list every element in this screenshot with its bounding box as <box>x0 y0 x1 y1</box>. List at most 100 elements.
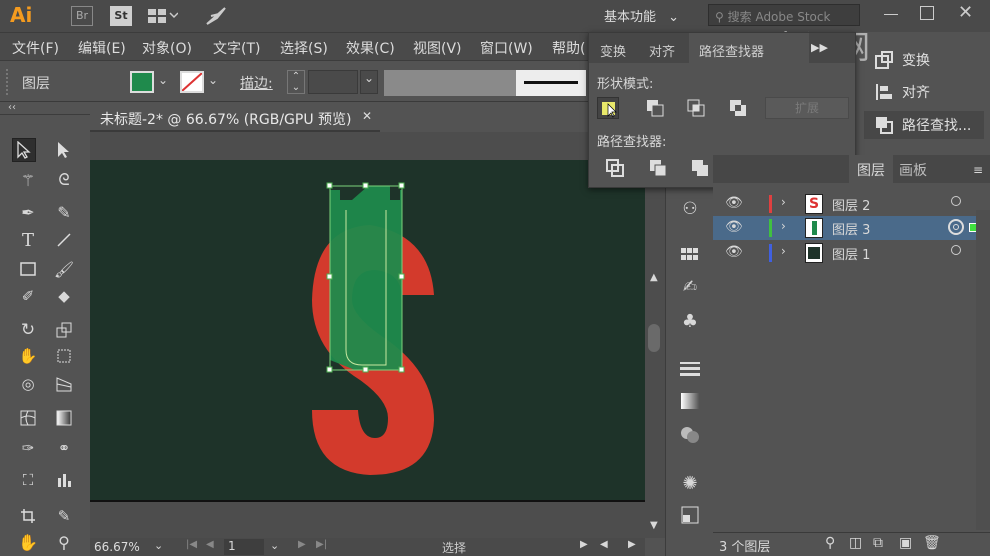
hand-tool-icon[interactable]: ✋ <box>16 530 40 554</box>
gpu-performance-icon[interactable] <box>205 6 227 26</box>
blend-tool-icon[interactable]: ⚭ <box>52 436 76 460</box>
expand-chevron-icon[interactable]: › <box>781 244 786 258</box>
merge-button[interactable] <box>689 157 711 179</box>
bridge-button[interactable]: Br <box>71 6 93 26</box>
tab-align[interactable]: 对齐 <box>649 41 675 60</box>
stroke-panel-icon[interactable] <box>678 357 702 381</box>
brushes-icon[interactable]: ✍ <box>678 275 702 299</box>
eraser-tool-icon[interactable]: ◆ <box>52 284 76 308</box>
first-artboard-icon[interactable]: |◀ <box>186 539 197 550</box>
divide-button[interactable] <box>604 157 626 179</box>
menu-object[interactable]: 对象(O) <box>142 38 192 58</box>
free-transform-tool-icon[interactable] <box>52 344 76 368</box>
menu-help[interactable]: 帮助( <box>552 38 585 58</box>
line-tool-icon[interactable] <box>52 228 76 252</box>
exclude-button[interactable] <box>727 97 749 119</box>
next-artboard-icon[interactable]: ▶ <box>298 539 306 550</box>
visibility-eye-icon[interactable]: 👁 <box>725 219 743 235</box>
stroke-weight-stepper[interactable]: ⌃ ⌄ <box>287 70 305 94</box>
grip-handle[interactable] <box>6 69 10 95</box>
perspective-grid-tool-icon[interactable] <box>52 372 76 396</box>
tab-transform[interactable]: 变换 <box>600 41 626 60</box>
create-sublayer-icon[interactable]: ⧉ <box>873 535 883 551</box>
chevron-down-icon[interactable]: ⌄ <box>158 73 168 87</box>
layer-row[interactable]: 👁 › S 图层 2 <box>713 192 990 216</box>
expand-button[interactable]: 扩展 <box>765 97 849 119</box>
direct-selection-tool-icon[interactable] <box>52 138 76 162</box>
target-circle-icon[interactable] <box>951 196 961 206</box>
menu-edit[interactable]: 编辑(E) <box>78 38 126 58</box>
shaper-tool-icon[interactable]: ✐ <box>16 284 40 308</box>
chevron-down-icon[interactable]: ⌄ <box>360 70 378 94</box>
scroll-thumb[interactable] <box>648 324 660 352</box>
swatches-icon[interactable] <box>678 243 702 267</box>
menu-view[interactable]: 视图(V) <box>413 38 462 58</box>
unite-button[interactable] <box>597 97 619 119</box>
tab-layers[interactable]: 图层 <box>849 155 893 183</box>
artboard-number[interactable]: 1 <box>224 539 264 555</box>
layer-row-selected[interactable]: 👁 › 图层 3 <box>713 216 990 240</box>
rectangle-tool-icon[interactable] <box>16 257 40 281</box>
last-artboard-icon[interactable]: ▶| <box>316 539 327 550</box>
scroll-down-icon[interactable]: ▼ <box>650 520 658 531</box>
arrange-documents-icon[interactable] <box>148 9 179 23</box>
zoom-tool-icon[interactable]: ⚲ <box>52 530 76 554</box>
fill-color-swatch[interactable] <box>130 71 154 93</box>
tab-artboards[interactable]: 画板 <box>899 160 927 180</box>
menu-window[interactable]: 窗口(W) <box>480 38 533 58</box>
puppet-warp-tool-icon[interactable]: ✋ <box>16 344 40 368</box>
gradient-tool-icon[interactable] <box>52 406 76 430</box>
symbol-sprayer-tool-icon[interactable]: ⛶ <box>16 468 40 492</box>
create-new-layer-icon[interactable]: ▣ <box>899 535 912 551</box>
zoom-level[interactable]: 66.67% <box>94 540 140 554</box>
transform-panel-button[interactable]: 变换 <box>864 46 984 74</box>
panel-menu-icon[interactable]: ≡ <box>973 163 983 177</box>
magic-wand-tool-icon[interactable]: ⚚ <box>16 168 40 192</box>
transparency-icon[interactable] <box>678 423 702 447</box>
minus-front-button[interactable] <box>644 97 666 119</box>
visibility-eye-icon[interactable]: 👁 <box>725 244 743 260</box>
scale-tool-icon[interactable] <box>52 318 76 342</box>
menu-select[interactable]: 选择(S) <box>280 38 328 58</box>
menu-type[interactable]: 文字(T) <box>213 38 260 58</box>
pen-tool-icon[interactable]: ✒ <box>16 200 40 224</box>
graphic-styles-icon[interactable] <box>678 503 702 527</box>
menu-effect[interactable]: 效果(C) <box>346 38 395 58</box>
prev-artboard-icon[interactable]: ◀ <box>206 539 214 550</box>
slice-tool-icon[interactable]: ✎ <box>52 504 76 528</box>
lasso-tool-icon[interactable]: ᘓ <box>52 168 76 192</box>
panel-menu-icon[interactable]: ▶▶ <box>811 41 828 54</box>
color-guide-icon[interactable]: ⚇ <box>678 197 702 221</box>
status-menu-icon[interactable]: ▶ <box>580 539 588 550</box>
mesh-tool-icon[interactable] <box>16 406 40 430</box>
align-panel-button[interactable]: 对齐 <box>864 78 984 106</box>
type-tool-icon[interactable]: T <box>16 228 40 252</box>
intersect-button[interactable] <box>685 97 707 119</box>
brush-definition[interactable] <box>516 70 586 96</box>
selection-tool-icon[interactable] <box>12 138 36 162</box>
paintbrush-tool-icon[interactable]: 🖌 <box>52 257 76 281</box>
rotate-tool-icon[interactable]: ↻ <box>16 318 40 342</box>
stroke-weight-input[interactable] <box>308 70 358 94</box>
symbols-icon[interactable]: ♣ <box>678 309 702 333</box>
document-tab[interactable]: 未标题-2* @ 66.67% (RGB/GPU 预览) ✕ <box>90 102 380 132</box>
gradient-panel-icon[interactable] <box>678 389 702 413</box>
close-icon[interactable]: ✕ <box>362 109 372 123</box>
minimize-button[interactable] <box>884 14 898 15</box>
collapse-panel-icon[interactable]: ‹‹ <box>8 102 16 113</box>
maximize-button[interactable] <box>920 6 934 20</box>
scroll-right-icon[interactable]: ▶ <box>628 539 636 550</box>
stroke-color-swatch[interactable] <box>180 71 204 93</box>
trim-button[interactable] <box>647 157 669 179</box>
column-graph-tool-icon[interactable] <box>52 468 76 492</box>
target-selected-icon[interactable] <box>948 219 964 235</box>
eyedropper-tool-icon[interactable]: ✑ <box>16 436 40 460</box>
visibility-eye-icon[interactable]: 👁 <box>725 195 743 211</box>
layer-row[interactable]: 👁 › 图层 1 <box>713 241 990 265</box>
appearance-icon[interactable]: ✺ <box>678 471 702 495</box>
chevron-down-icon[interactable]: ⌄ <box>154 539 163 552</box>
delete-layer-icon[interactable]: 🗑 <box>923 535 941 551</box>
scroll-left-icon[interactable]: ◀ <box>600 539 608 550</box>
artboard-tool-icon[interactable] <box>16 504 40 528</box>
chevron-down-icon[interactable]: ⌄ <box>270 539 279 552</box>
